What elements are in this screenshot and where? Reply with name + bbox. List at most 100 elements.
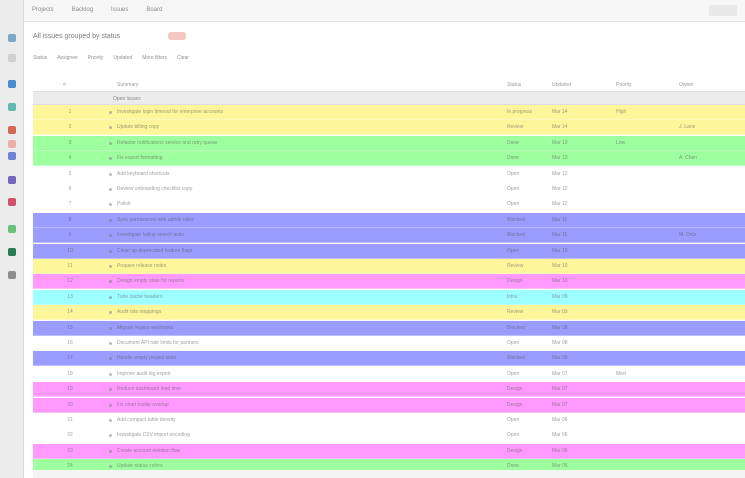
- header-summary[interactable]: Summary: [117, 82, 138, 88]
- row-summary[interactable]: Improve audit log export: [117, 371, 497, 377]
- breadcrumb-item[interactable]: Issues: [111, 7, 128, 13]
- row-summary[interactable]: Fix chart tooltip overlap: [117, 402, 497, 408]
- header-owner[interactable]: Owner: [679, 82, 694, 88]
- table-row[interactable]: 23 Create account deletion flow Design Mar …: [33, 443, 745, 459]
- table-row[interactable]: 22 Investigate CSV import encoding Open Mar…: [33, 428, 745, 444]
- row-summary[interactable]: Add keyboard shortcuts: [117, 171, 497, 177]
- header-updated[interactable]: Updated: [552, 82, 571, 88]
- row-number: 24: [67, 463, 73, 470]
- top-toolbar: Projects Backlog Issues Board: [24, 0, 745, 22]
- row-summary[interactable]: Refactor notifications service and retry…: [117, 140, 497, 146]
- row-summary[interactable]: Update billing copy: [117, 124, 497, 130]
- row-owner: A. Chen: [679, 155, 698, 162]
- filter-assignee[interactable]: Assignee: [57, 54, 78, 62]
- row-status: Open: [507, 247, 520, 254]
- nav-icon-12[interactable]: [8, 271, 16, 279]
- row-summary[interactable]: Document API rate limits for partners: [117, 340, 497, 346]
- row-number: 14: [67, 309, 73, 316]
- header-status[interactable]: Status: [507, 82, 521, 88]
- nav-icon-2[interactable]: [8, 54, 16, 62]
- nav-icon-8[interactable]: [8, 176, 16, 184]
- table-row[interactable]: 21 Add compact table density Open Mar 06: [33, 413, 745, 428]
- issues-table: 1 Investigate login timeout for enterpris…: [33, 105, 745, 478]
- header-priority[interactable]: Priority: [616, 82, 632, 88]
- row-summary[interactable]: Investigate failing search tests: [117, 232, 497, 238]
- row-summary[interactable]: Prepare release notes: [117, 263, 497, 269]
- row-updated: Mar 06: [552, 417, 568, 423]
- row-summary[interactable]: Investigate CSV import encoding: [117, 432, 497, 438]
- nav-icon-6[interactable]: [8, 140, 16, 148]
- table-row[interactable]: 2 Update billing copy Review Mar 14 J. Lane: [33, 120, 745, 136]
- row-summary[interactable]: Fix export formatting: [117, 155, 497, 161]
- row-summary[interactable]: Review onboarding checklist copy: [117, 186, 497, 192]
- group-header: Open issues: [33, 91, 745, 105]
- nav-icon-1[interactable]: [8, 34, 16, 42]
- table-row[interactable]: 8 Sync permissions with admin roles Blocke…: [33, 212, 745, 228]
- table-row[interactable]: 3 Refactor notifications service and retr…: [33, 135, 745, 151]
- breadcrumb-item[interactable]: Backlog: [72, 7, 93, 13]
- table-row[interactable]: 7 Polish Open Mar 12: [33, 197, 745, 213]
- nav-icon-5[interactable]: [8, 126, 16, 134]
- filter-updated[interactable]: Updated: [113, 54, 132, 62]
- table-row[interactable]: 16 Document API rate limits for partners O…: [33, 336, 745, 351]
- nav-icon-11[interactable]: [8, 248, 16, 256]
- nav-icon-10[interactable]: [8, 225, 16, 233]
- row-status: Design: [507, 447, 523, 454]
- table-row[interactable]: 19 Reduce dashboard load time Design Mar 07: [33, 382, 745, 398]
- table-row[interactable]: 17 Handle empty project state Blocked Mar 0…: [33, 351, 745, 367]
- table-row[interactable]: 5 Add keyboard shortcuts Open Mar 12: [33, 166, 745, 182]
- nav-icon-4[interactable]: [8, 103, 16, 111]
- table-row[interactable]: 18 Improve audit log export Open Mar 07 Med: [33, 366, 745, 382]
- row-number: 23: [67, 447, 73, 454]
- row-updated: Mar 10: [552, 263, 568, 269]
- row-summary[interactable]: Design empty state for reports: [117, 278, 497, 284]
- row-summary[interactable]: Clean up deprecated feature flags: [117, 248, 497, 254]
- row-number: 18: [67, 370, 73, 377]
- nav-icon-3[interactable]: [8, 80, 16, 88]
- filter-more[interactable]: More filters: [142, 54, 167, 62]
- row-summary[interactable]: Create account deletion flow: [117, 448, 497, 454]
- row-icon: [109, 265, 112, 268]
- table-row[interactable]: 14 Audit role mappings Review Mar 09: [33, 305, 745, 321]
- row-icon: [109, 249, 112, 253]
- table-row[interactable]: 10 Clean up deprecated feature flags Open M…: [33, 243, 745, 259]
- table-row[interactable]: 15 Migrate legacy webhooks Blocked Mar 08: [33, 320, 745, 336]
- row-summary[interactable]: Sync permissions with admin roles: [117, 217, 497, 223]
- row-updated: Mar 13: [552, 155, 568, 162]
- table-row[interactable]: 6 Review onboarding checklist copy Open Mar…: [33, 182, 745, 197]
- row-summary[interactable]: Investigate login timeout for enterprise…: [117, 109, 497, 115]
- row-summary[interactable]: Migrate legacy webhooks: [117, 325, 497, 331]
- row-icon: [109, 141, 112, 145]
- row-summary[interactable]: Reduce dashboard load time: [117, 386, 497, 392]
- row-summary[interactable]: Handle empty project state: [117, 355, 497, 361]
- row-updated: Mar 09: [552, 293, 568, 300]
- row-updated: Mar 05: [552, 447, 568, 454]
- row-updated: Mar 08: [552, 324, 568, 331]
- breadcrumb-item[interactable]: Board: [146, 7, 162, 13]
- table-row[interactable]: 9 Investigate failing search tests Blocked…: [33, 228, 745, 244]
- row-icon: [109, 218, 112, 222]
- table-row[interactable]: 4 Fix export formatting Done Mar 13 A. Chen: [33, 151, 745, 167]
- horizontal-scrollbar[interactable]: [33, 470, 745, 478]
- breadcrumb-item[interactable]: Projects: [32, 7, 54, 13]
- table-row[interactable]: 20 Fix chart tooltip overlap Design Mar 07: [33, 397, 745, 413]
- filter-priority[interactable]: Priority: [88, 54, 104, 62]
- table-row[interactable]: 12 Design empty state for reports Design Ma…: [33, 274, 745, 290]
- table-row[interactable]: 1 Investigate login timeout for enterpris…: [33, 105, 745, 120]
- table-row[interactable]: 13 Tune cache headers Infra Mar 09: [33, 289, 745, 305]
- row-summary[interactable]: Tune cache headers: [117, 294, 497, 300]
- filter-status[interactable]: Status: [33, 54, 47, 62]
- header-number[interactable]: #: [63, 82, 66, 88]
- filter-clear[interactable]: Clear: [177, 54, 189, 62]
- top-right-button[interactable]: [709, 5, 737, 16]
- row-updated: Mar 12: [552, 170, 568, 177]
- row-summary[interactable]: Add compact table density: [117, 417, 497, 423]
- row-updated: Mar 07: [552, 386, 568, 393]
- table-row[interactable]: 11 Prepare release notes Review Mar 10: [33, 259, 745, 274]
- row-summary[interactable]: Polish: [117, 201, 497, 207]
- row-summary[interactable]: Audit role mappings: [117, 309, 497, 315]
- nav-icon-9[interactable]: [8, 198, 16, 206]
- app-window: Projects Backlog Issues Board All issues…: [0, 0, 745, 478]
- nav-icon-7[interactable]: [8, 152, 16, 160]
- row-summary[interactable]: Update status colors: [117, 463, 497, 469]
